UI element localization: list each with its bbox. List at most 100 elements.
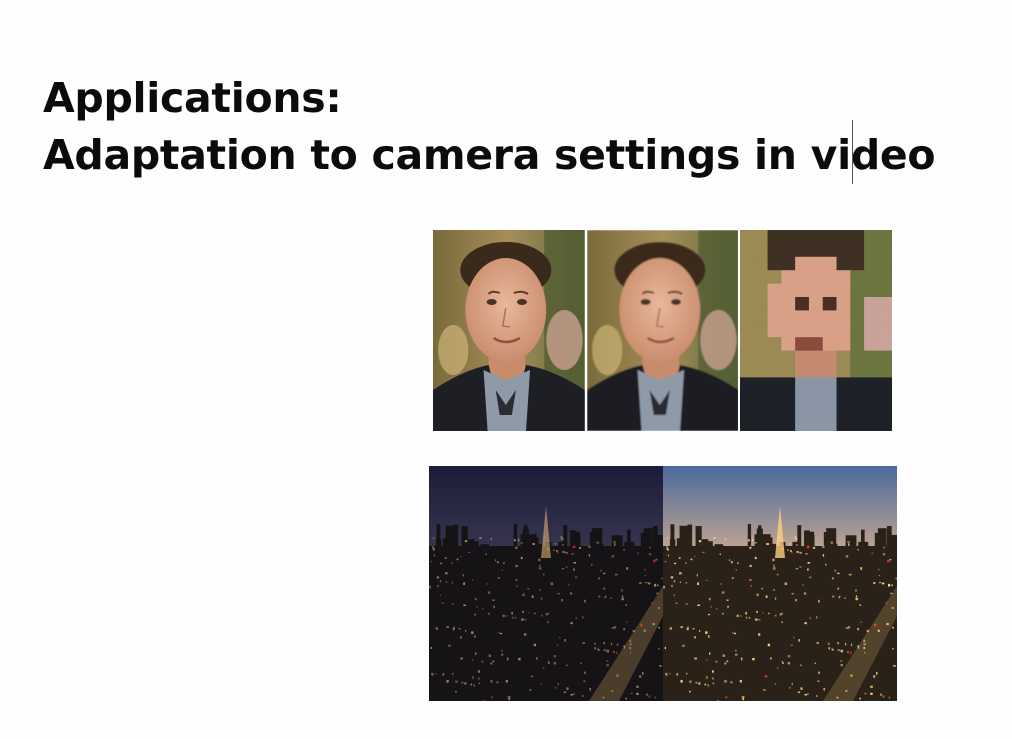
mosaic-tile (836, 337, 852, 352)
mosaic-tile (781, 417, 797, 431)
mosaic-tile (823, 323, 838, 338)
mosaic-tile (754, 243, 769, 258)
mosaic-tile (781, 377, 797, 392)
mosaic-tile (836, 364, 852, 378)
mosaic-tile (836, 243, 852, 258)
mosaic-tile (809, 350, 824, 365)
mosaic-tile (767, 230, 783, 244)
mosaic-tile (754, 364, 769, 378)
mosaic-tile (767, 243, 783, 258)
mosaic-tile (878, 243, 893, 258)
mosaic-tile (878, 390, 893, 405)
mosaic-tile (850, 350, 865, 365)
mosaic-tile (809, 323, 824, 338)
mosaic-tile (864, 283, 879, 298)
mosaic-tile (781, 337, 797, 352)
slide: Applications: Adaptation to camera setti… (0, 0, 1012, 739)
mosaic-tile (740, 337, 755, 352)
mosaic-tile (878, 337, 893, 352)
mosaic-tile (767, 417, 783, 431)
mosaic-tile (795, 297, 810, 311)
mosaic-tile (781, 283, 797, 298)
mosaic-tile (767, 323, 783, 338)
mosaic-tile (878, 377, 893, 392)
mosaic-tile (850, 243, 865, 258)
mosaic-tile (740, 270, 755, 285)
mosaic-tile (864, 256, 879, 271)
mosaic-tile (781, 364, 797, 378)
mosaic-tile (781, 310, 797, 325)
text-cursor (852, 120, 853, 184)
mosaic-tile (878, 323, 893, 338)
mosaic-tile (864, 404, 879, 419)
mosaic-tile (754, 270, 769, 285)
mosaic-tile (767, 270, 783, 285)
mosaic-tile (809, 283, 824, 298)
face-image-blurred (586, 230, 739, 431)
mosaic-tile (864, 297, 879, 311)
mosaic-tile (823, 230, 838, 244)
mosaic-tile (878, 283, 893, 298)
mosaic-tile (836, 350, 852, 365)
mosaic-tile (823, 256, 838, 271)
mosaic-tile (767, 364, 783, 378)
mosaic-tile (809, 297, 824, 311)
mosaic-tile (795, 404, 810, 419)
mosaic-tile (781, 297, 797, 311)
mosaic-tile (823, 404, 838, 419)
mosaic-tile (740, 417, 755, 431)
mosaic-tile (850, 297, 865, 311)
mosaic-tile (740, 364, 755, 378)
mosaic-tile (781, 350, 797, 365)
mosaic-tile (850, 377, 865, 392)
mosaic-tile (754, 390, 769, 405)
mosaic-tile (864, 337, 879, 352)
mosaic-tile (754, 230, 769, 244)
mosaic-tile (740, 390, 755, 405)
face-image-pixelated (740, 230, 893, 431)
mosaic-tile (795, 256, 810, 271)
mosaic-tile (740, 283, 755, 298)
mosaic-tile (836, 297, 852, 311)
mosaic-tile (823, 297, 838, 311)
city-image-dark (429, 466, 663, 701)
mosaic-tile (781, 404, 797, 419)
mosaic-tile (864, 310, 879, 325)
mosaic-tile (767, 390, 783, 405)
mosaic-tile (878, 297, 893, 311)
mosaic-tile (740, 350, 755, 365)
mosaic-tile (864, 377, 879, 392)
mosaic-tile (823, 364, 838, 378)
mosaic-tile (795, 417, 810, 431)
mosaic-tile (836, 377, 852, 392)
mosaic-tile (767, 350, 783, 365)
mosaic-tile (823, 337, 838, 352)
mosaic-tile (767, 337, 783, 352)
mosaic-tile (754, 404, 769, 419)
mosaic-tile (836, 310, 852, 325)
mosaic-tile (836, 256, 852, 271)
mosaic-tile (781, 230, 797, 244)
mosaic-tile (878, 256, 893, 271)
mosaic-tile (767, 256, 783, 271)
mosaic-tile (864, 350, 879, 365)
mosaic-tile (795, 364, 810, 378)
mosaic-tile (809, 364, 824, 378)
mosaic-tile (878, 350, 893, 365)
mosaic-tile (878, 364, 893, 378)
mosaic-tile (795, 283, 810, 298)
mosaic-tile (809, 256, 824, 271)
mosaic-tile (836, 323, 852, 338)
mosaic-tile (850, 337, 865, 352)
mosaic-tile (781, 323, 797, 338)
mosaic-tile (864, 230, 879, 244)
mosaic-tile (740, 230, 755, 244)
mosaic-tile (754, 310, 769, 325)
mosaic-tile (850, 417, 865, 431)
mosaic-tile (809, 230, 824, 244)
mosaic-tile (809, 243, 824, 258)
mosaic-tile (754, 350, 769, 365)
mosaic-tile (781, 390, 797, 405)
mosaic-tile (864, 390, 879, 405)
mosaic-tile (864, 323, 879, 338)
